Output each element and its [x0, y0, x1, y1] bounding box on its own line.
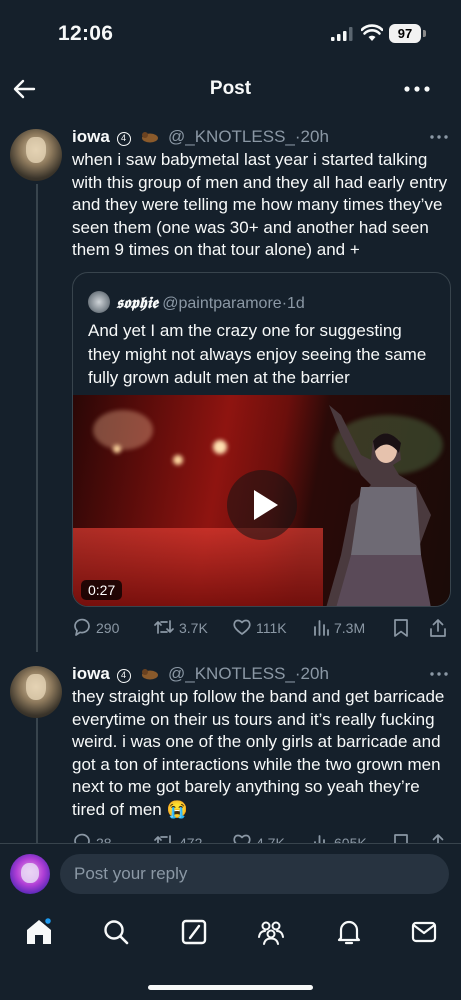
views-icon	[314, 620, 329, 636]
view-count: 7.3M	[334, 620, 366, 636]
quoted-tweet[interactable]: 𝖘𝖔𝖕𝖍𝖎𝖊 @paintparamore·1d And yet I am th…	[72, 272, 451, 607]
repost-button[interactable]: 3.7K	[153, 617, 208, 639]
reply-bar: Post your reply	[0, 843, 461, 903]
repost-count: 3.7K	[179, 620, 208, 636]
status-time: 12:06	[58, 22, 114, 45]
reply-icon	[74, 618, 90, 636]
battery-tip	[423, 30, 426, 37]
search-icon[interactable]	[101, 917, 131, 947]
battery-indicator: 97	[389, 24, 421, 43]
home-icon[interactable]	[24, 917, 54, 947]
avatar[interactable]	[10, 129, 62, 181]
cellular-signal-icon	[331, 27, 353, 41]
author-handle[interactable]: @_KNOTLESS_	[168, 127, 295, 146]
repost-icon	[154, 620, 174, 634]
tweet-header: iowa 4 @_KNOTLESS_·20h	[72, 663, 329, 685]
quote-time: 1d	[287, 295, 305, 312]
avatar[interactable]	[10, 666, 62, 718]
author-handle[interactable]: @_KNOTLESS_	[168, 664, 295, 683]
author-name[interactable]: iowa	[72, 664, 110, 683]
post-time[interactable]: 20h	[301, 127, 329, 146]
like-count: 111K	[256, 620, 287, 636]
home-indicator	[148, 985, 313, 990]
current-user-avatar[interactable]	[10, 854, 50, 894]
tweet-text: when i saw babymetal last year i started…	[72, 150, 448, 260]
quote-header: 𝖘𝖔𝖕𝖍𝖎𝖊 @paintparamore·1d	[88, 291, 305, 313]
more-options-icon[interactable]	[428, 130, 450, 144]
otter-emoji-icon	[142, 669, 159, 680]
number-badge: 4	[116, 669, 131, 683]
thread-connector	[36, 184, 38, 652]
communities-icon[interactable]	[256, 917, 286, 947]
number-badge: 4	[116, 132, 131, 146]
quote-author-handle: @paintparamore	[162, 295, 282, 312]
thread-connector	[36, 718, 38, 848]
status-bar: 12:06 97	[0, 0, 461, 66]
more-options-icon[interactable]	[401, 74, 433, 104]
views-button[interactable]: 7.3M	[312, 617, 365, 639]
like-button[interactable]: 111K	[232, 617, 287, 639]
grok-icon[interactable]	[179, 917, 209, 947]
bookmark-icon[interactable]	[392, 618, 410, 638]
reply-count: 290	[96, 620, 120, 636]
reply-input[interactable]: Post your reply	[60, 854, 449, 894]
tweet-actions: 290 3.7K 111K 7.3M	[72, 617, 452, 639]
video-duration: 0:27	[81, 580, 123, 600]
more-options-icon[interactable]	[428, 667, 450, 681]
post-header: Post	[0, 66, 461, 112]
heart-icon	[233, 619, 251, 635]
tweet-header: iowa 4 @_KNOTLESS_·20h	[72, 126, 329, 148]
performer-image	[326, 405, 431, 606]
play-button[interactable]	[227, 470, 297, 540]
quote-text: And yet I am the crazy one for suggestin…	[88, 321, 427, 387]
otter-emoji-icon	[142, 132, 159, 143]
notifications-icon[interactable]	[334, 917, 364, 947]
messages-icon[interactable]	[409, 917, 439, 947]
post-time[interactable]: 20h	[301, 664, 329, 683]
quote-avatar	[88, 291, 110, 313]
reply-button[interactable]: 290	[72, 617, 119, 639]
video-player[interactable]: 0:27	[73, 395, 450, 606]
wifi-icon	[361, 24, 383, 41]
tweet-text: they straight up follow the band and get…	[72, 687, 445, 819]
share-icon[interactable]	[428, 618, 448, 638]
quote-author-name: 𝖘𝖔𝖕𝖍𝖎𝖊	[116, 293, 158, 312]
author-name[interactable]: iowa	[72, 127, 110, 146]
page-title: Post	[209, 78, 252, 99]
